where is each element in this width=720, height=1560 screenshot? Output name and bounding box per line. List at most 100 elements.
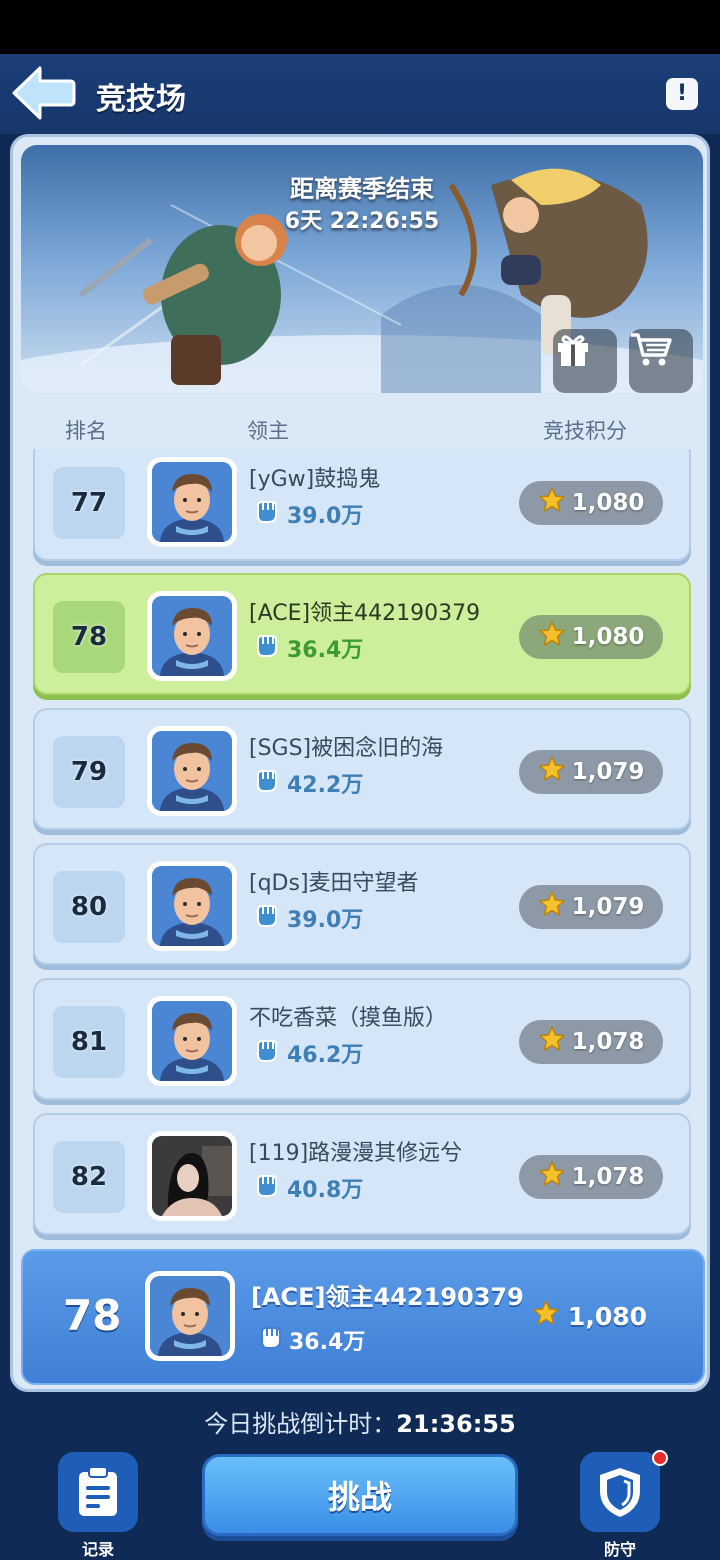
player-power: 46.2万 [253,1036,363,1070]
avatar-portrait [152,462,232,542]
rank-number: 82 [53,1141,125,1213]
avatar-portrait [152,1136,232,1216]
shield-icon [600,1468,640,1517]
avatar-portrait [152,731,232,811]
season-timer: 6天 22:26:55 [284,209,440,234]
gift-button[interactable] [553,329,617,393]
rank-number: 81 [53,1006,125,1078]
score-pill: 1,080 [519,481,663,525]
star-icon [538,1160,566,1194]
records-button[interactable] [58,1452,138,1532]
score-pill: 1,078 [519,1020,663,1064]
column-rank: 排名 [65,419,107,443]
score-value: 1,078 [571,1029,645,1055]
back-button[interactable] [10,64,76,122]
season-banner: 距离赛季结束 6天 22:26:55 [21,145,703,393]
notification-dot [652,1450,668,1466]
score-pill: 1,078 [519,1155,663,1199]
ranking-row[interactable]: 81 不吃香菜（摸鱼版） 46.2万 1,078 [33,978,691,1100]
my-score: 1,080 [532,1299,647,1333]
star-icon [538,890,566,924]
defense-label: 防守 [603,1540,636,1559]
player-power: 39.0万 [253,497,363,531]
column-lord: 领主 [247,419,289,443]
ranking-row[interactable]: 79 [SGS]被困念旧的海 42.2万 1,079 [33,708,691,830]
power-value: 39.0万 [287,504,364,529]
power-value: 36.4万 [287,638,364,663]
score-value: 1,078 [571,1164,645,1190]
avatar-portrait [152,1001,232,1081]
avatar-portrait [152,866,232,946]
fist-icon [253,901,279,935]
score-value: 1,080 [571,490,645,516]
player-power: 39.0万 [253,901,363,935]
shop-button[interactable] [629,329,693,393]
player-name: [ACE]领主442190379 [249,601,481,626]
player-name: [yGw]鼓捣鬼 [249,467,381,492]
player-power: 40.8万 [253,1171,363,1205]
my-score-value: 1,080 [567,1301,647,1331]
clipboard-icon [79,1466,117,1516]
countdown-label: 今日挑战倒计时： [204,1410,397,1438]
my-power-value: 36.4万 [289,1330,366,1355]
score-value: 1,079 [571,894,645,920]
power-value: 39.0万 [287,908,364,933]
page-title: 竞技场 [96,82,186,117]
power-value: 40.8万 [287,1178,364,1203]
score-pill: 1,080 [519,615,663,659]
header: 竞技场 ! [0,54,720,134]
defense-button[interactable] [580,1452,660,1532]
avatar[interactable] [147,1131,237,1221]
my-rank-card[interactable]: 78 [ACE]领主442190379 36.4万 1,080 [21,1249,705,1385]
fist-icon [253,631,279,665]
fist-icon [253,1171,279,1205]
avatar[interactable] [147,457,237,547]
rank-number: 77 [53,467,125,539]
column-headers: 排名 领主 竞技积分 [13,409,713,449]
power-value: 46.2万 [287,1043,364,1068]
avatar[interactable] [147,726,237,816]
score-value: 1,080 [571,624,645,650]
challenge-countdown: 今日挑战倒计时：21:36:55 [0,1404,720,1439]
star-icon [538,755,566,789]
avatar-portrait [152,596,232,676]
shop-cart-icon [631,333,672,366]
score-pill: 1,079 [519,885,663,929]
ranking-row[interactable]: 77 [yGw]鼓捣鬼 39.0万 1,080 [33,449,691,561]
ranking-row[interactable]: 82 [119]路漫漫其修远兮 40.8万 1,078 [33,1113,691,1235]
countdown-value: 21:36:55 [396,1410,516,1438]
player-name: [SGS]被困念旧的海 [249,736,444,761]
back-arrow-icon [12,66,76,120]
info-button[interactable]: ! [666,78,698,110]
avatar[interactable] [147,996,237,1086]
rank-number: 80 [53,871,125,943]
status-bar [0,0,720,54]
records-label: 记录 [81,1540,114,1559]
challenge-button[interactable]: 挑战 [202,1454,518,1536]
star-icon [538,486,566,520]
star-icon [538,1025,566,1059]
fist-icon [253,766,279,800]
avatar[interactable] [147,591,237,681]
ranking-row[interactable]: 78 [ACE]领主442190379 36.4万 1,080 [33,573,691,695]
star-icon [538,620,566,654]
score-value: 1,079 [571,759,645,785]
fist-icon [257,1323,283,1357]
gift-icon [558,335,588,366]
player-name: 不吃香菜（摸鱼版） [249,1006,448,1031]
ranking-list[interactable]: 77 [yGw]鼓捣鬼 39.0万 1,080 78 [ACE]领主442190379 36… [31,449,695,1244]
season-end-label: 距离赛季结束 [290,175,434,203]
player-power: 36.4万 [253,631,363,665]
arena-panel: 距离赛季结束 6天 22:26:55 排名 领主 竞技积分 77 [yGw]鼓捣鬼… [10,134,710,1392]
player-power: 42.2万 [253,766,363,800]
column-score: 竞技积分 [543,419,627,443]
rank-number: 78 [53,601,125,673]
avatar [145,1271,235,1361]
ranking-row[interactable]: 80 [qDs]麦田守望者 39.0万 1,079 [33,843,691,965]
score-pill: 1,079 [519,750,663,794]
fist-icon [253,497,279,531]
avatar[interactable] [147,861,237,951]
my-rank: 78 [63,1291,122,1340]
fist-icon [253,1036,279,1070]
my-power: 36.4万 [257,1323,365,1357]
